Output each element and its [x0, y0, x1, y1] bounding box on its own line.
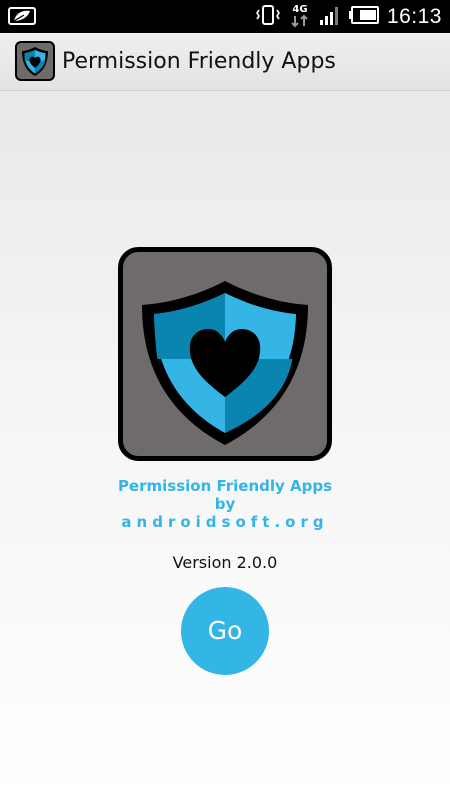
- vibrate-icon: [255, 4, 281, 30]
- about-by: by: [214, 495, 236, 513]
- shield-heart-icon[interactable]: [15, 41, 55, 81]
- main-content: Permission Friendly Apps by androidsoft.…: [0, 91, 450, 800]
- signal-icon: [319, 4, 341, 30]
- about-text: Permission Friendly Apps by androidsoft.…: [0, 477, 450, 531]
- status-time: 16:13: [386, 4, 442, 28]
- app-logo-shield-heart-icon: [118, 247, 332, 461]
- version-label: Version 2.0.0: [172, 553, 278, 572]
- 4g-data-icon: 4G: [289, 2, 311, 32]
- about-site-link[interactable]: androidsoft.org: [0, 513, 450, 531]
- status-bar: 4G 16:13: [0, 0, 450, 33]
- notification-leaf-icon: [8, 6, 36, 26]
- network-type-label: 4G: [292, 4, 307, 15]
- go-button[interactable]: Go: [181, 587, 269, 675]
- action-bar: Permission Friendly Apps: [0, 33, 450, 91]
- about-app-name: Permission Friendly Apps: [117, 477, 333, 495]
- battery-icon: [348, 5, 379, 28]
- action-bar-title: Permission Friendly Apps: [62, 49, 336, 74]
